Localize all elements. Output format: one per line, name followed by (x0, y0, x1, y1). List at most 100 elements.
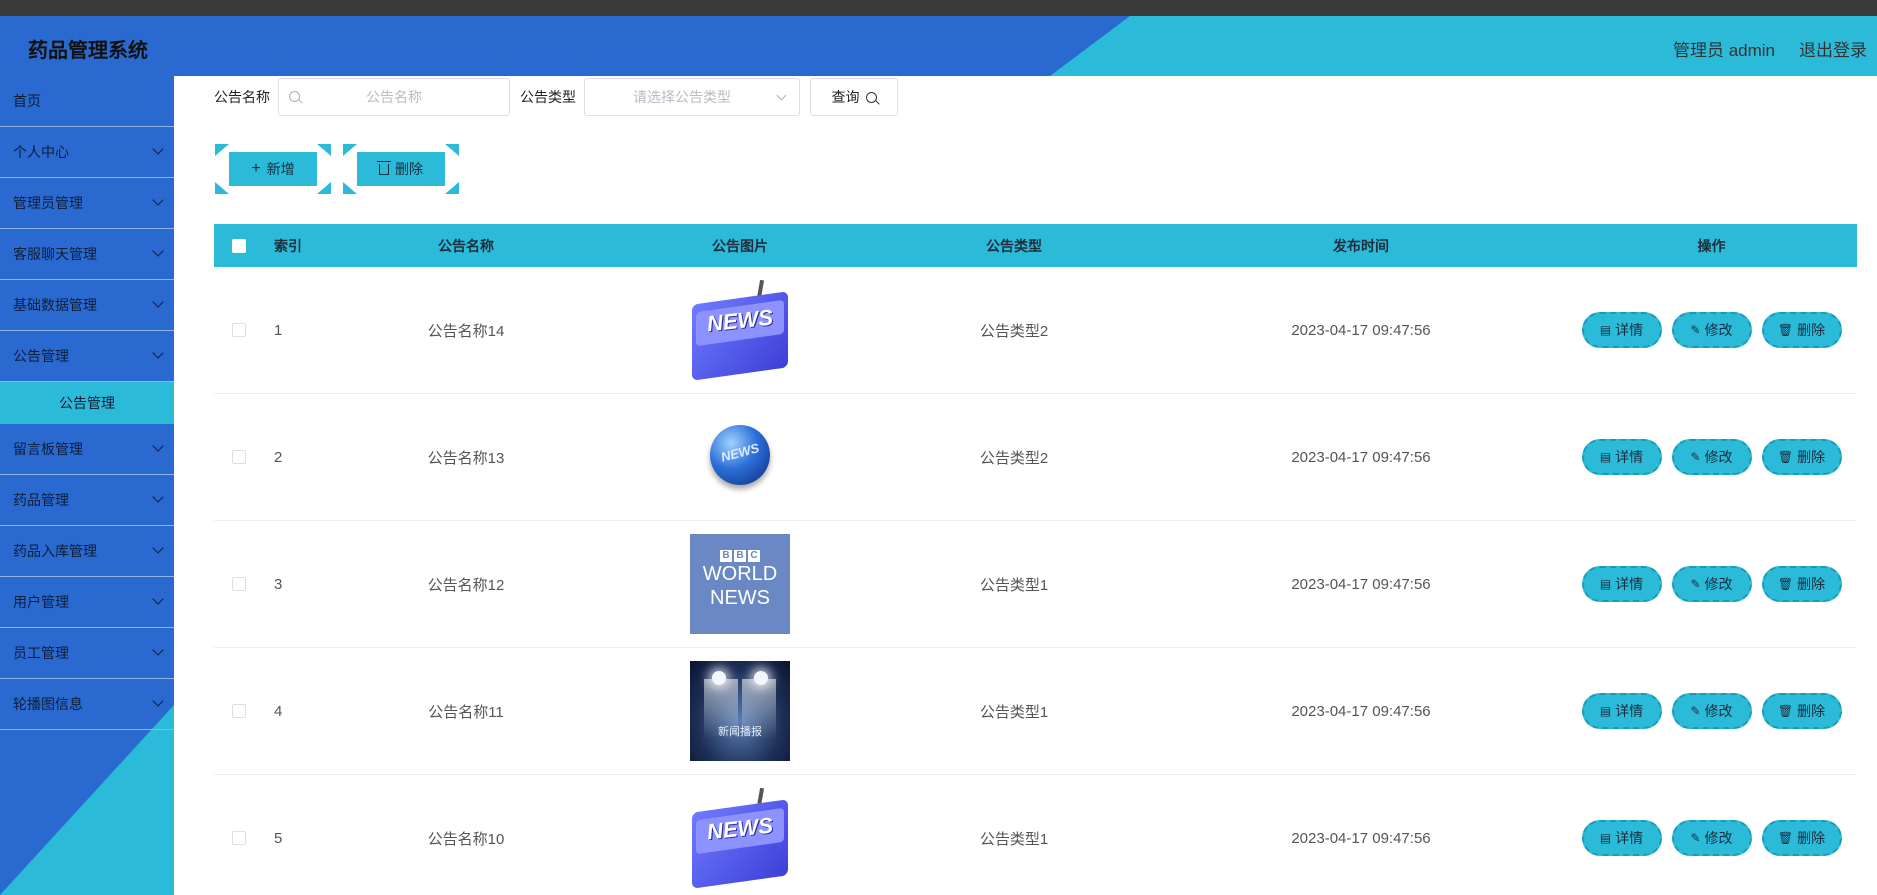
detail-button-label: 详情 (1615, 449, 1644, 465)
edit-button[interactable]: ✎ 修改 (1671, 693, 1752, 729)
sidebar-item-user-management[interactable]: 用户管理 (0, 577, 174, 628)
sidebar-item-staff-management[interactable]: 员工管理 (0, 628, 174, 679)
notice-image-news-stage[interactable]: 新闻播报 (690, 661, 790, 761)
query-button[interactable]: 查询 (810, 78, 898, 116)
notice-type-select[interactable]: 请选择公告类型 (584, 78, 800, 116)
row-checkbox[interactable] (232, 831, 246, 845)
detail-button-label: 详情 (1615, 322, 1644, 338)
bbc-letter: B (720, 550, 732, 562)
delete-button-label: 删除 (1797, 322, 1826, 338)
row-notice-name: 公告名称12 (427, 576, 505, 594)
chevron-down-icon (152, 491, 164, 503)
edit-button-label: 修改 (1704, 322, 1733, 338)
column-header-time: 发布时间 (1333, 237, 1389, 254)
edit-button[interactable]: ✎ 修改 (1671, 312, 1752, 348)
sidebar-item-label: 药品入库管理 (13, 543, 97, 559)
admin-user-label: 管理员 admin (1672, 41, 1775, 60)
row-index: 3 (274, 575, 283, 593)
sidebar-item-message-board[interactable]: 留言板管理 (0, 424, 174, 475)
sidebar-subitem-notice-management[interactable]: 公告管理 (0, 382, 174, 424)
add-button-label: 新增 (266, 161, 295, 177)
sidebar-item-label: 留言板管理 (13, 441, 83, 457)
sidebar-item-label: 基础数据管理 (13, 297, 97, 313)
delete-button[interactable]: 🗑 删除 (1761, 693, 1842, 729)
sidebar-item-drug-management[interactable]: 药品管理 (0, 475, 174, 526)
delete-button[interactable]: 🗑 删除 (1761, 312, 1842, 348)
sidebar-item-admin-management[interactable]: 管理员管理 (0, 178, 174, 229)
detail-button[interactable]: ▤ 详情 (1581, 312, 1662, 348)
notice-image-bbc-world-news[interactable]: B B C WORLD NEWS (690, 534, 790, 634)
notice-image-news-keyboard[interactable]: NEWS (690, 788, 790, 888)
delete-button[interactable]: 🗑 删除 (1761, 820, 1842, 856)
table-row: 3 公告名称12 B B C WORLD NEWS 公告类型1 2023-04-… (214, 521, 1857, 648)
sidebar-item-home[interactable]: 首页 (0, 76, 174, 127)
batch-delete-button[interactable]: 删除 (343, 144, 459, 194)
delete-button[interactable]: 🗑 删除 (1761, 439, 1842, 475)
detail-button[interactable]: ▤ 详情 (1581, 439, 1662, 475)
detail-button[interactable]: ▤ 详情 (1581, 566, 1662, 602)
chevron-down-icon (152, 194, 164, 206)
sidebar-item-carousel-info[interactable]: 轮播图信息 (0, 679, 174, 730)
row-index: 4 (274, 702, 283, 720)
document-icon: ▤ (1599, 450, 1612, 464)
button-flag-decoration (445, 182, 459, 194)
row-publish-time: 2023-04-17 09:47:56 (1291, 321, 1431, 339)
chevron-down-icon (152, 644, 164, 656)
row-notice-type: 公告类型2 (979, 322, 1049, 340)
row-checkbox[interactable] (232, 577, 246, 591)
button-flag-decoration (445, 144, 459, 156)
row-index: 2 (274, 448, 283, 466)
row-notice-type: 公告类型1 (979, 576, 1049, 594)
edit-button[interactable]: ✎ 修改 (1671, 439, 1752, 475)
row-notice-type: 公告类型2 (979, 449, 1049, 467)
trash-icon: 🗑 (1777, 704, 1794, 718)
row-publish-time: 2023-04-17 09:47:56 (1291, 448, 1431, 466)
sidebar-item-personal-center[interactable]: 个人中心 (0, 127, 174, 178)
sidebar-item-basic-data[interactable]: 基础数据管理 (0, 280, 174, 331)
sidebar-item-label: 首页 (13, 93, 41, 109)
edit-button[interactable]: ✎ 修改 (1671, 820, 1752, 856)
delete-button-label: 删除 (1797, 830, 1826, 846)
bbc-logo: B B C (690, 550, 790, 562)
row-notice-type: 公告类型1 (979, 830, 1049, 848)
row-publish-time: 2023-04-17 09:47:56 (1291, 829, 1431, 847)
sidebar-item-notice-management[interactable]: 公告管理 (0, 331, 174, 382)
detail-button[interactable]: ▤ 详情 (1581, 693, 1662, 729)
logout-link[interactable]: 退出登录 (1799, 36, 1867, 61)
sidebar-item-label: 药品管理 (13, 492, 69, 508)
edit-button-label: 修改 (1704, 576, 1733, 592)
search-filter-bar: 公告名称 公告名称 公告类型 请选择公告类型 查询 (214, 78, 898, 116)
row-checkbox[interactable] (232, 704, 246, 718)
column-header-name: 公告名称 (438, 237, 494, 254)
app-header: 药品管理系统 管理员 admin 退出登录 (0, 16, 1877, 76)
table-header: 索引 公告名称 公告图片 公告类型 发布时间 操作 (214, 224, 1857, 267)
notice-name-input[interactable]: 公告名称 (278, 78, 510, 116)
notice-image-news-globe[interactable]: NEWS (690, 407, 790, 507)
detail-button[interactable]: ▤ 详情 (1581, 820, 1662, 856)
sidebar-item-drug-stock-in[interactable]: 药品入库管理 (0, 526, 174, 577)
sidebar-item-chat-management[interactable]: 客服聊天管理 (0, 229, 174, 280)
row-checkbox[interactable] (232, 323, 246, 337)
app-title: 药品管理系统 (28, 40, 148, 62)
edit-button[interactable]: ✎ 修改 (1671, 566, 1752, 602)
chevron-down-icon (152, 542, 164, 554)
chevron-down-icon (152, 593, 164, 605)
sidebar-item-label: 用户管理 (13, 594, 69, 610)
document-icon: ▤ (1599, 577, 1612, 591)
edit-button-label: 修改 (1704, 830, 1733, 846)
add-button[interactable]: + 新增 (215, 144, 331, 194)
chevron-down-icon (152, 695, 164, 707)
button-flag-decoration (317, 144, 331, 156)
sidebar-item-label: 员工管理 (13, 645, 69, 661)
edit-button-label: 修改 (1704, 449, 1733, 465)
row-notice-name: 公告名称10 (427, 830, 505, 848)
notice-image-news-keyboard[interactable]: NEWS (690, 280, 790, 380)
sidebar-item-label: 管理员管理 (13, 195, 83, 211)
bbc-letter: B (734, 550, 746, 562)
row-checkbox[interactable] (232, 450, 246, 464)
detail-button-label: 详情 (1615, 703, 1644, 719)
chevron-down-icon (152, 440, 164, 452)
delete-button[interactable]: 🗑 删除 (1761, 566, 1842, 602)
select-all-checkbox[interactable] (232, 238, 246, 253)
spotlight-icon (754, 671, 768, 685)
